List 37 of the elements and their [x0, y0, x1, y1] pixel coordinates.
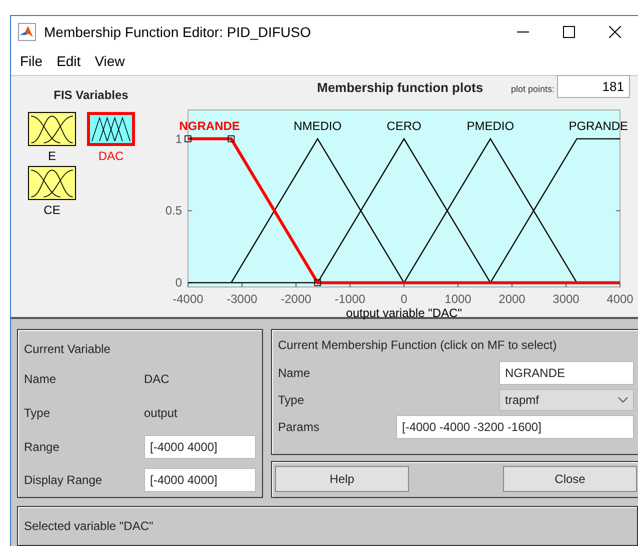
variable-label: E [48, 148, 56, 164]
field-label: Params [278, 419, 320, 436]
field-value: output [144, 405, 178, 422]
axis-tick-label: 0 [175, 275, 182, 290]
axis-tick-label: 2000 [498, 292, 526, 306]
curve-label: CERO [386, 118, 422, 132]
variable-label: DAC [98, 148, 124, 164]
chart-title: Membership function plots [317, 78, 484, 97]
curve-label: NMEDIO [294, 118, 342, 132]
status-bar: Selected variable "DAC" [17, 506, 638, 546]
axis-tick-label: 0 [400, 292, 408, 306]
section-heading: FIS Variables [52, 86, 130, 104]
axis-tick-label: 1000 [444, 292, 472, 306]
axis-tick-label: 4000 [606, 292, 634, 306]
axis-tick-label: 1 [175, 131, 182, 146]
axis-tick-label: -4000 [172, 292, 204, 306]
axis-tick-label: -1000 [334, 292, 366, 306]
axis-tick-label: 0.5 [165, 203, 182, 218]
panel-title: Current Variable [24, 341, 112, 358]
field-label: Name [278, 365, 310, 382]
field-label: Name [24, 371, 58, 388]
axis-tick-label: 3000 [552, 292, 580, 306]
field-label: Type [24, 405, 52, 422]
variable-label: CE [44, 202, 60, 218]
axis-tick-label: -3000 [226, 292, 258, 306]
field-value: DAC [144, 371, 170, 388]
field-label: Display Range [24, 472, 104, 489]
field-label: Type [278, 392, 304, 409]
curve-label: PMEDIO [466, 118, 514, 132]
window-title: Membership Function Editor: PID_DIFUSO [44, 22, 311, 42]
axis-tick-label: -2000 [280, 292, 312, 306]
field-label: plot points: [511, 82, 555, 96]
curve-label: PGRANDE [568, 118, 628, 132]
curve-label: NGRANDE [179, 118, 240, 132]
panel-title: Current Membership Function (click on MF to select) [278, 337, 558, 354]
axis-title: output variable "DAC" [346, 306, 462, 320]
field-label: Range [24, 439, 60, 456]
